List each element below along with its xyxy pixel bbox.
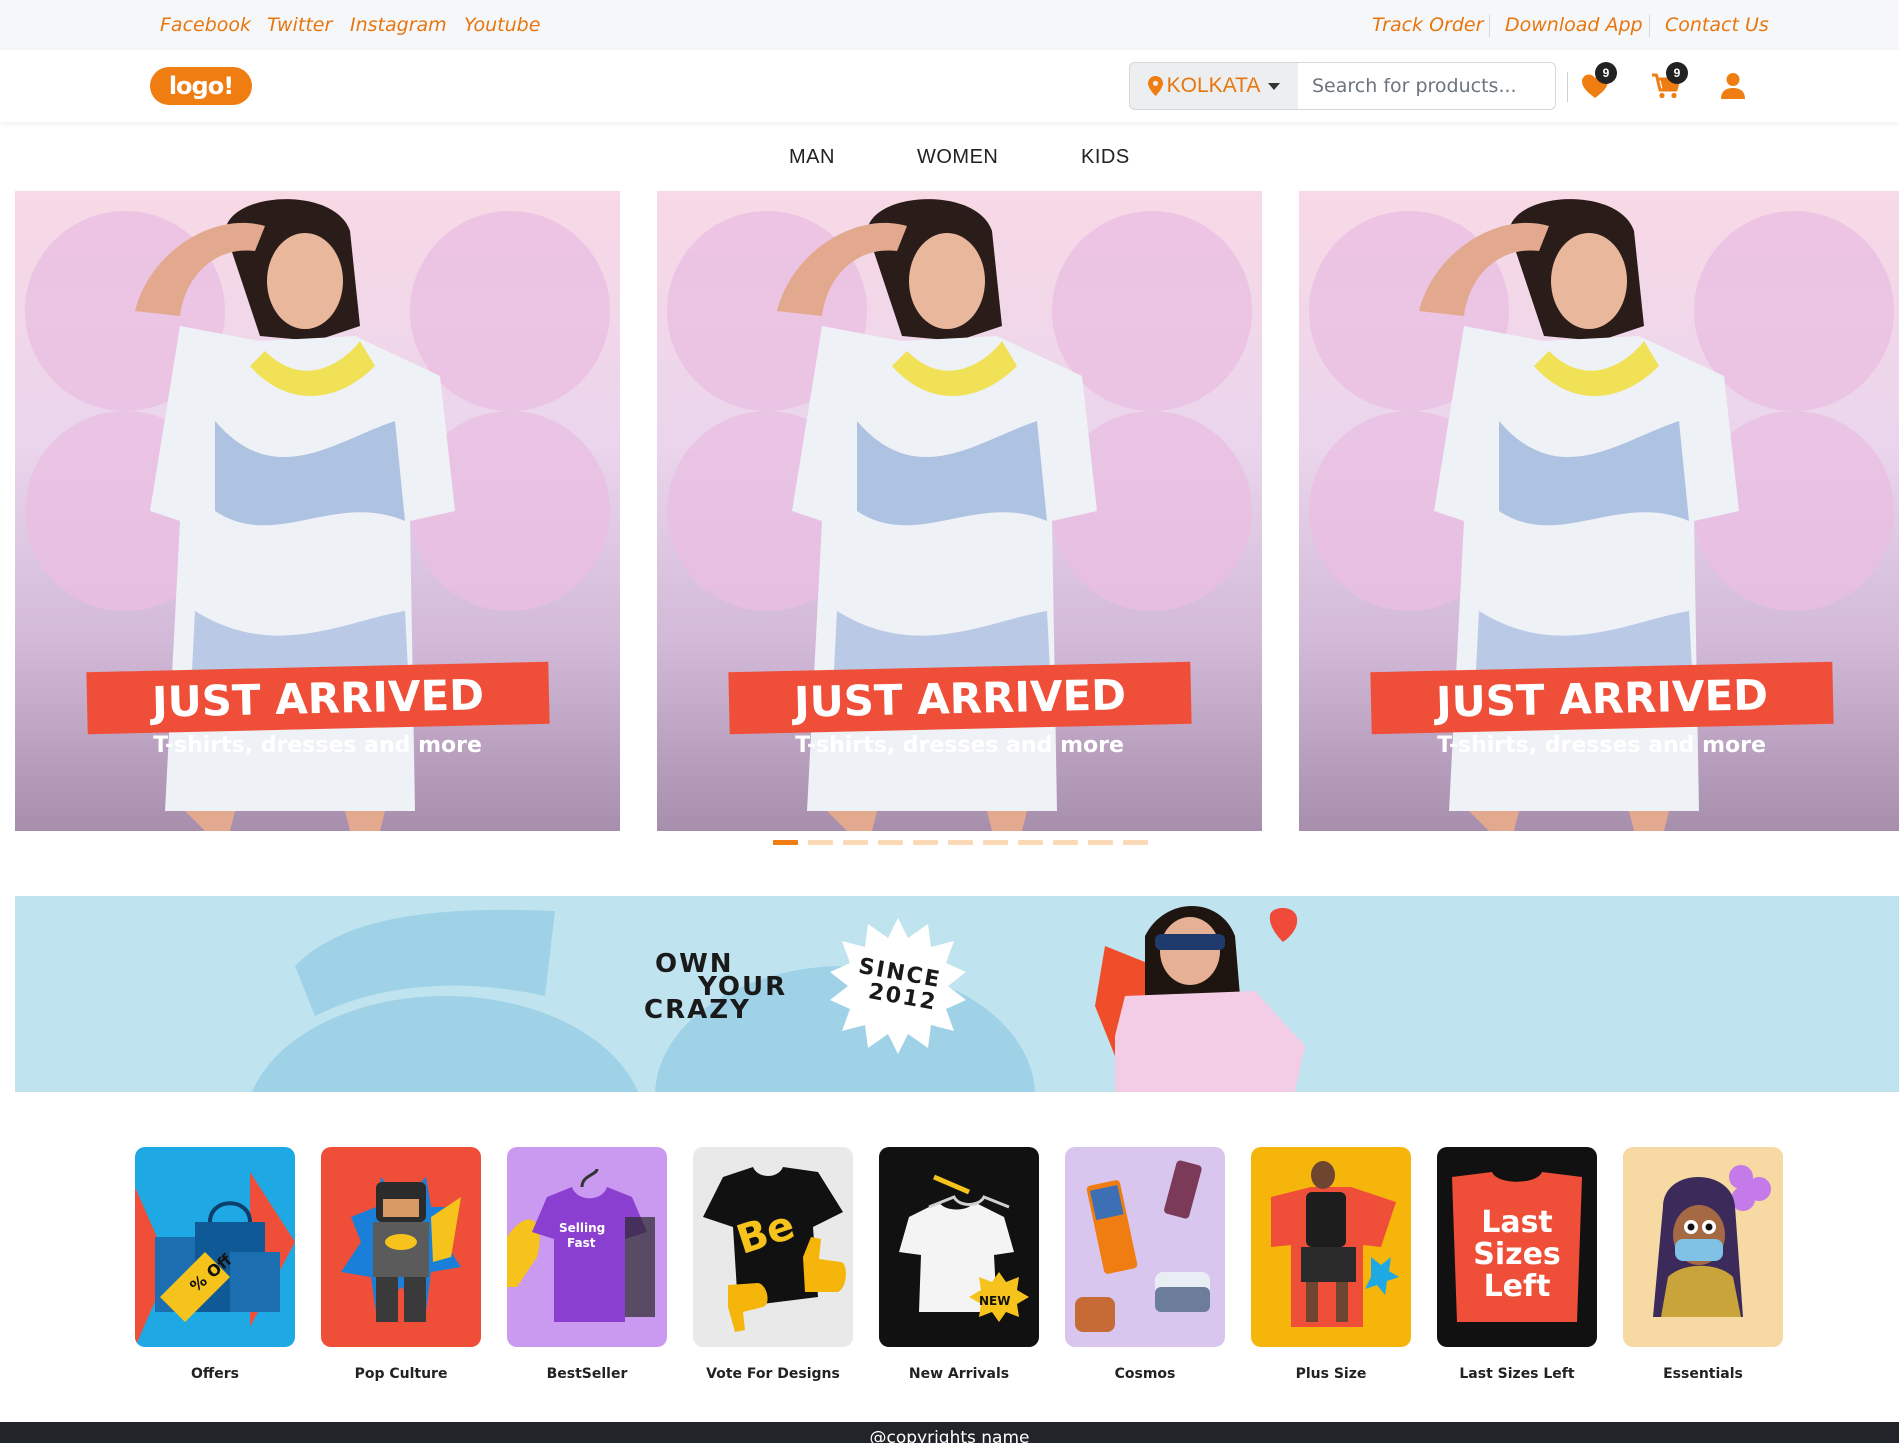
slide-title: JUST ARRIVED xyxy=(793,669,1127,727)
top-bar: Facebook Twitter Instagram Youtube Track… xyxy=(0,0,1899,50)
carousel-indicator[interactable] xyxy=(773,840,798,845)
contact-us-link[interactable]: Contact Us xyxy=(1665,14,1769,36)
carousel-indicator[interactable] xyxy=(948,840,973,845)
youtube-link[interactable]: Youtube xyxy=(464,14,540,36)
carousel-indicators xyxy=(773,840,1148,845)
tile-cosmos[interactable] xyxy=(1065,1147,1225,1347)
svg-text:NEW: NEW xyxy=(979,1294,1010,1308)
tile-label: Cosmos xyxy=(1114,1366,1176,1382)
svg-text:Fast: Fast xyxy=(567,1236,596,1250)
svg-text:Last: Last xyxy=(1481,1205,1553,1240)
carousel-indicator[interactable] xyxy=(1088,840,1113,845)
location-label: KOLKATA xyxy=(1166,74,1261,97)
slide-title-banner: JUST ARRIVED xyxy=(728,661,1192,735)
lego-hero-icon xyxy=(341,1177,461,1322)
nav-kids[interactable]: KIDS xyxy=(1081,146,1130,169)
slide-title-banner: JUST ARRIVED xyxy=(1370,661,1834,735)
slide-title: JUST ARRIVED xyxy=(151,669,485,727)
tshirt-text-icon: Last Sizes Left xyxy=(1452,1172,1582,1322)
facebook-link[interactable]: Facebook xyxy=(160,14,251,36)
tile-essentials[interactable] xyxy=(1623,1147,1783,1347)
account-button[interactable] xyxy=(1713,68,1753,104)
hero-slide[interactable]: JUST ARRIVED T-shirts, dresses and more xyxy=(657,191,1262,831)
chevron-down-icon xyxy=(1268,82,1281,90)
footer: @copyrights name xyxy=(0,1422,1899,1443)
tile-offers[interactable]: % Off xyxy=(135,1147,295,1347)
hero-slide[interactable]: JUST ARRIVED T-shirts, dresses and more xyxy=(15,191,620,831)
logo-text: logo! xyxy=(168,72,234,100)
main-header: logo! KOLKATA 9 9 xyxy=(0,50,1899,122)
copyright-text: @copyrights name xyxy=(869,1428,1030,1443)
wishlist-count-badge: 9 xyxy=(1595,62,1617,84)
divider xyxy=(1489,15,1490,37)
tile-label: BestSeller xyxy=(546,1366,628,1382)
instagram-link[interactable]: Instagram xyxy=(350,14,447,36)
thumbs-tshirt-icon: Be xyxy=(703,1167,846,1332)
carousel-indicator[interactable] xyxy=(878,840,903,845)
slide-subtitle: T-shirts, dresses and more xyxy=(795,733,1124,758)
tile-last-sizes-left[interactable]: Last Sizes Left xyxy=(1437,1147,1597,1347)
tshirt-icon: Selling Fast xyxy=(507,1168,655,1322)
carousel-indicator[interactable] xyxy=(983,840,1008,845)
slide-title-banner: JUST ARRIVED xyxy=(86,661,550,735)
carousel-indicator[interactable] xyxy=(843,840,868,845)
tile-bestseller[interactable]: Selling Fast xyxy=(507,1147,667,1347)
carousel-indicator[interactable] xyxy=(808,840,833,845)
nav-man[interactable]: MAN xyxy=(789,146,835,169)
track-order-link[interactable]: Track Order xyxy=(1372,14,1483,36)
location-selector[interactable]: KOLKATA xyxy=(1129,62,1299,110)
cart-button[interactable]: 9 xyxy=(1646,62,1688,104)
divider xyxy=(1567,72,1568,102)
map-pin-icon xyxy=(1147,76,1163,96)
tile-label: New Arrivals xyxy=(908,1366,1010,1382)
cart-count-badge: 9 xyxy=(1666,62,1688,84)
slide-subtitle: T-shirts, dresses and more xyxy=(153,733,482,758)
tile-label: Last Sizes Left xyxy=(1459,1366,1575,1382)
tile-label: Plus Size xyxy=(1295,1366,1367,1382)
search-input[interactable] xyxy=(1298,62,1556,110)
tile-label: Essentials xyxy=(1663,1366,1743,1382)
svg-text:Selling: Selling xyxy=(559,1221,605,1235)
svg-text:Sizes: Sizes xyxy=(1473,1237,1561,1272)
carousel-indicator[interactable] xyxy=(1053,840,1078,845)
hanging-shirts-icon: NEW xyxy=(899,1174,1029,1322)
twitter-link[interactable]: Twitter xyxy=(267,14,332,36)
download-app-link[interactable]: Download App xyxy=(1505,14,1643,36)
cosmetics-icon xyxy=(1075,1160,1210,1332)
site-logo[interactable]: logo! xyxy=(150,67,252,105)
promo-banner[interactable]: OWN YOUR CRAZY SINCE 2012 xyxy=(15,896,1899,1092)
wishlist-button[interactable]: 9 xyxy=(1575,62,1617,104)
tile-pop-culture[interactable] xyxy=(321,1147,481,1347)
tile-plus-size[interactable] xyxy=(1251,1147,1411,1347)
tile-vote-for-designs[interactable]: Be xyxy=(693,1147,853,1347)
man-in-shorts-icon xyxy=(1271,1161,1399,1327)
svg-text:Left: Left xyxy=(1484,1269,1551,1304)
tile-label: Vote For Designs xyxy=(706,1366,840,1382)
slide-title: JUST ARRIVED xyxy=(1435,669,1769,727)
carousel-indicator[interactable] xyxy=(1123,840,1148,845)
shopping-bags-icon: % Off xyxy=(135,1172,295,1347)
masked-figure-icon xyxy=(1653,1165,1771,1317)
hero-slide[interactable]: JUST ARRIVED T-shirts, dresses and more xyxy=(1299,191,1899,831)
carousel-indicator[interactable] xyxy=(1018,840,1043,845)
divider xyxy=(1649,15,1650,37)
tile-label: Pop Culture xyxy=(354,1366,448,1382)
user-icon xyxy=(1721,73,1745,99)
slide-subtitle: T-shirts, dresses and more xyxy=(1437,733,1766,758)
carousel-indicator[interactable] xyxy=(913,840,938,845)
tile-label: Offers xyxy=(191,1366,239,1382)
tile-new-arrivals[interactable]: NEW xyxy=(879,1147,1039,1347)
promo-line-3: CRAZY xyxy=(644,995,751,1025)
nav-women[interactable]: WOMEN xyxy=(917,146,998,169)
